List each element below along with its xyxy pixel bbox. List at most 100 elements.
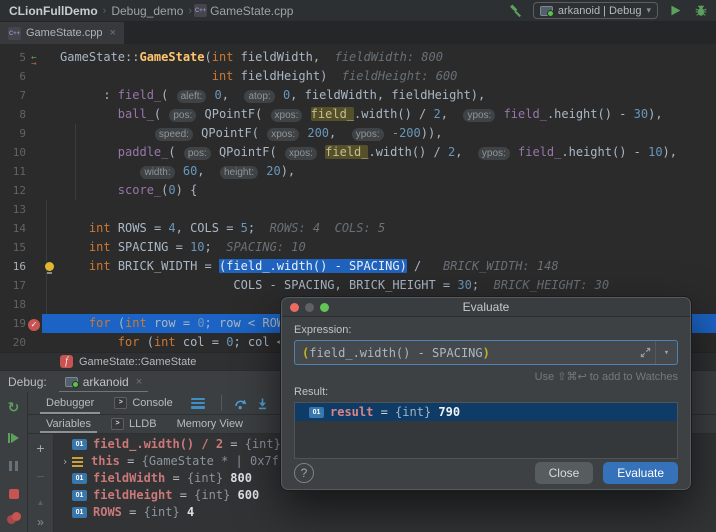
- add-watch-icon[interactable]: +: [31, 438, 51, 458]
- code-token: (: [204, 50, 212, 64]
- variable-row[interactable]: 01 ROWS = {int} 4: [54, 504, 716, 521]
- code-token: ,: [329, 125, 351, 140]
- expression-input[interactable]: (field_.width() - SPACING) ▾: [294, 340, 678, 365]
- primitive-type-icon: 01: [72, 507, 87, 518]
- close-button[interactable]: Close: [534, 462, 594, 484]
- code-token: ROWS: 4 COLS: 5: [255, 221, 386, 235]
- code-text: for (int row = 0; row < ROW: [56, 314, 284, 333]
- debug-label: Debug:: [8, 374, 47, 389]
- tab-close-icon[interactable]: ×: [107, 27, 115, 39]
- session-close-icon[interactable]: ×: [134, 376, 142, 388]
- breadcrumb-folder[interactable]: Debug_demo: [108, 4, 186, 18]
- code-line[interactable]: 7 : field_( aleft: 0, atop: 0, fieldWidt…: [0, 86, 716, 105]
- minimize-window-icon[interactable]: [305, 303, 314, 312]
- result-row[interactable]: 01 result = {int} 790: [295, 403, 677, 421]
- code-token: col =: [175, 335, 227, 349]
- code-token: ),: [662, 144, 677, 159]
- code-token: field_: [325, 144, 369, 159]
- code-token: 20: [266, 163, 281, 178]
- result-list: 01 result = {int} 790: [294, 402, 678, 459]
- intention-bulb-icon[interactable]: [44, 262, 54, 274]
- stop-icon[interactable]: [4, 484, 24, 504]
- expand-chevron-icon[interactable]: ›: [58, 453, 72, 470]
- line-number: 18: [12, 298, 26, 311]
- tab-variables[interactable]: Variables: [36, 415, 101, 433]
- recursive-call-icon: ← →: [31, 52, 37, 69]
- run-button[interactable]: [666, 2, 684, 20]
- breadcrumb-file[interactable]: GameState.cpp: [207, 4, 296, 18]
- tab-gamestate-cpp[interactable]: C++ GameState.cpp ×: [0, 22, 124, 44]
- result-name: result: [330, 405, 374, 419]
- code-token: ball_: [117, 106, 154, 121]
- tab-lldb[interactable]: > LLDB: [101, 415, 167, 433]
- run-configuration-select[interactable]: arkanoid | Debug ▾: [532, 2, 658, 19]
- zoom-window-icon[interactable]: [320, 303, 329, 312]
- help-button[interactable]: ?: [294, 463, 314, 483]
- tab-memory-view[interactable]: Memory View: [167, 415, 253, 433]
- debug-session-tab[interactable]: arkanoid ×: [57, 371, 150, 393]
- code-line[interactable]: 15 int SPACING = 10; SPACING: 10: [0, 238, 716, 257]
- view-breakpoints-icon[interactable]: [4, 508, 24, 528]
- dialog-title: Evaluate: [462, 300, 510, 314]
- line-number: 9: [19, 127, 26, 140]
- step-into-icon[interactable]: [252, 392, 274, 414]
- expand-editor-icon[interactable]: [635, 347, 655, 358]
- build-hammer-icon[interactable]: [507, 2, 525, 20]
- code-token: 30: [633, 106, 649, 121]
- dialog-title-bar[interactable]: Evaluate: [282, 298, 690, 317]
- variable-eq: =: [121, 505, 144, 519]
- code-token: ),: [280, 163, 296, 178]
- variable-name: ROWS: [93, 505, 122, 519]
- code-token: BRICK_WIDTH =: [110, 259, 219, 273]
- primitive-type-icon: 01: [72, 473, 87, 484]
- move-up-icon[interactable]: ▲: [31, 492, 51, 512]
- code-line[interactable]: 6 int fieldHeight) fieldHeight: 600: [0, 67, 716, 86]
- code-line[interactable]: 17 COLS - SPACING, BRICK_HEIGHT = 30; BR…: [0, 276, 716, 295]
- remove-watch-icon[interactable]: −: [31, 466, 51, 486]
- code-token: 0: [214, 87, 222, 102]
- code-line[interactable]: 14 int ROWS = 4, COLS = 5; ROWS: 4 COLS:…: [0, 219, 716, 238]
- evaluate-dialog: Evaluate Expression: (field_.width() - S…: [281, 297, 691, 490]
- primitive-type-icon: 01: [309, 406, 324, 418]
- code-token: ;: [471, 278, 480, 292]
- code-token: score_: [117, 183, 162, 197]
- more-actions-icon[interactable]: »: [4, 528, 24, 532]
- step-over-icon[interactable]: [230, 392, 252, 414]
- code-token: ; col <: [233, 335, 285, 349]
- code-line[interactable]: 13: [0, 200, 716, 219]
- code-line[interactable]: 8 ball_( pos: QPointF( xpos: field_.widt…: [0, 105, 716, 124]
- layout-menu-icon[interactable]: [190, 397, 205, 409]
- debug-bug-icon[interactable]: [692, 2, 710, 20]
- gutter-marker-slot: ← →: [26, 48, 42, 68]
- current-function-breadcrumb[interactable]: GameState::GameState: [79, 356, 196, 368]
- code-line[interactable]: 5 ← → GameState::GameState(int fieldWidth, …: [0, 48, 716, 68]
- tab-console[interactable]: > Console: [104, 392, 182, 414]
- primitive-type-icon: 01: [72, 439, 87, 450]
- code-line[interactable]: 10 paddle_( pos: QPointF( xpos: field_.w…: [0, 143, 716, 162]
- variable-eq: =: [223, 437, 245, 451]
- code-line[interactable]: 12 score_(0) {: [0, 181, 716, 200]
- tab-label: LLDB: [129, 418, 157, 431]
- rerun-icon[interactable]: ↻: [4, 398, 24, 418]
- breakpoint-icon[interactable]: ✓: [28, 319, 40, 331]
- tab-debugger[interactable]: Debugger: [36, 392, 104, 415]
- line-number: 8: [19, 108, 26, 121]
- code-line[interactable]: 11 width: 60, height: 20),: [0, 162, 716, 181]
- code-line[interactable]: 9 speed: QPointF( xpos: 200, ypos: -200)…: [0, 124, 716, 143]
- expression-history-dropdown[interactable]: ▾: [655, 341, 677, 364]
- evaluate-button[interactable]: Evaluate: [603, 462, 678, 484]
- pause-icon[interactable]: [4, 456, 24, 476]
- more-watches-icon[interactable]: »: [31, 512, 51, 532]
- code-token: 0: [197, 316, 205, 330]
- breadcrumb-project[interactable]: CLionFullDemo: [6, 4, 101, 18]
- code-line[interactable]: 16 int BRICK_WIDTH = (field_.width() - S…: [0, 257, 716, 276]
- code-token: int: [211, 69, 234, 83]
- add-to-watches-hint: Use ⇧⌘↩ to add to Watches: [534, 371, 678, 383]
- resume-icon[interactable]: [4, 428, 24, 448]
- code-text: score_(0) {: [56, 181, 198, 200]
- close-window-icon[interactable]: [290, 303, 299, 312]
- variable-type: {int}: [143, 505, 187, 519]
- code-text: COLS - SPACING, BRICK_HEIGHT = 30; BRICK…: [56, 276, 609, 295]
